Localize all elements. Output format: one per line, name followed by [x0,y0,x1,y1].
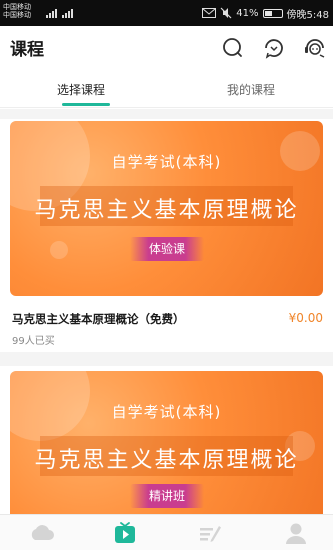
course-price: ¥0.00 [288,311,323,325]
battery-icon [262,8,283,18]
status-right: 41% 傍晚5:48 [202,5,329,21]
course-icon[interactable] [112,520,138,546]
search-icon[interactable] [221,36,245,60]
home-icon[interactable] [29,520,55,546]
carrier-1: 中国移动 [3,3,31,11]
mute-icon [220,7,232,19]
active-tab-indicator [62,103,110,106]
tab-select-course[interactable]: 选择课程 [57,81,105,98]
profile-icon[interactable] [283,520,309,546]
clock: 傍晚5:48 [286,9,329,21]
banner-badge: 精讲班 [130,484,204,508]
section-divider [0,109,333,119]
banner-badge: 体验课 [130,237,204,261]
course-buyers: 99人已买 [12,336,55,347]
tab-my-courses[interactable]: 我的课程 [227,81,275,98]
mail-icon [202,8,217,18]
banner-title: 马克思主义基本原理概论 [34,198,299,223]
banner-title: 马克思主义基本原理概论 [34,448,299,473]
practice-icon[interactable] [197,520,223,546]
battery-percent: 41% [236,7,259,19]
bottom-nav [0,514,333,550]
course-banner-1[interactable]: 自学考试(本科) 马克思主义基本原理概论 体验课 [10,121,323,296]
status-bar: 中国移动 中国移动 41% 傍晚5:48 [0,0,333,26]
section-divider [0,352,333,366]
page-title: 课程 [10,40,44,60]
refresh-chat-icon[interactable] [262,36,286,60]
carrier-2: 中国移动 [3,11,31,19]
carrier-labels: 中国移动 中国移动 [3,3,31,19]
banner-subtitle: 自学考试(本科) [111,403,222,421]
decor-bubble [50,241,68,259]
signal-icon [46,9,73,18]
banner-subtitle: 自学考试(本科) [111,153,222,171]
customer-service-icon[interactable] [303,36,327,60]
course-name[interactable]: 马克思主义基本原理概论（免费） [12,311,185,327]
app-header: 课程 [0,26,333,70]
course-tabs: 选择课程 我的课程 [0,72,333,108]
